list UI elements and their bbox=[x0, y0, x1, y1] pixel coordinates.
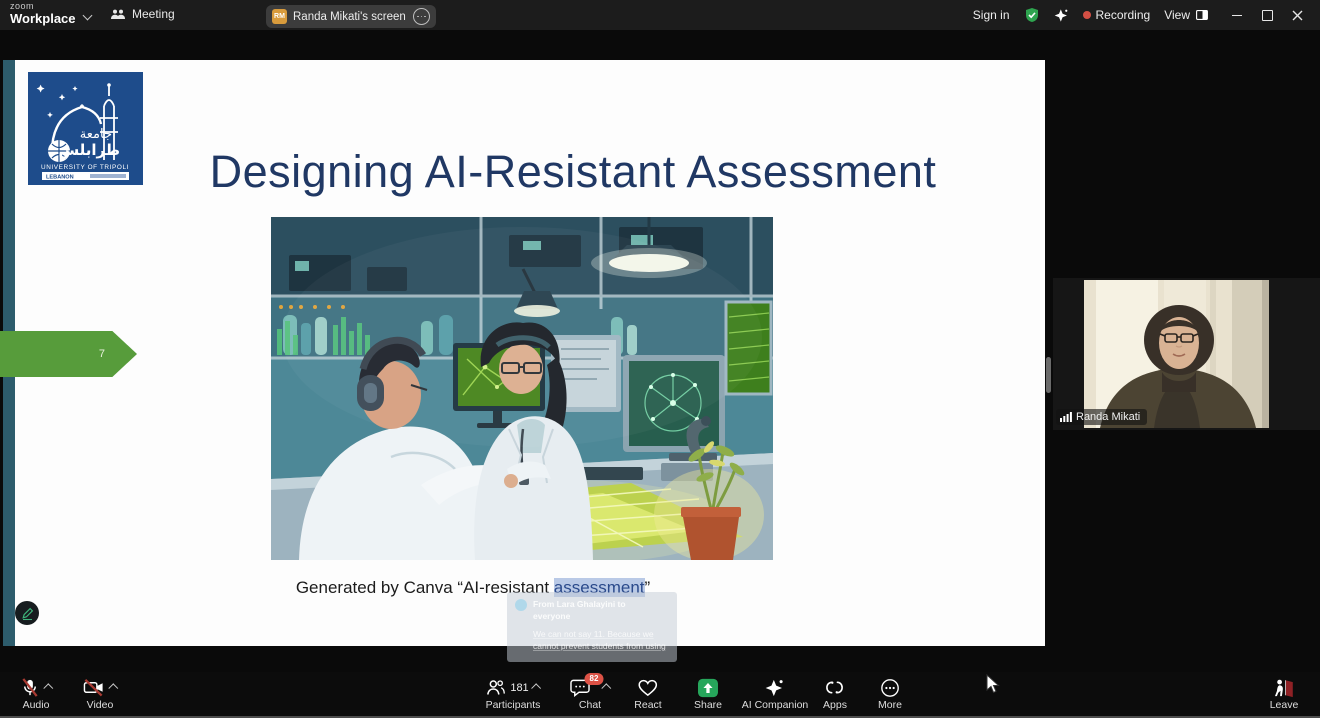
maximize-icon bbox=[1262, 10, 1273, 21]
apps-label: Apps bbox=[823, 699, 847, 711]
ai-companion-icon bbox=[765, 678, 785, 698]
university-of-tripoli-logo: جامعة طرابلس UNIVERSITY OF TRIPOLI LEBAN… bbox=[28, 72, 143, 185]
maximize-button[interactable] bbox=[1252, 0, 1282, 30]
camera-off-icon bbox=[83, 677, 106, 698]
audio-label: Audio bbox=[23, 699, 50, 711]
ai-companion-label: AI Companion bbox=[742, 699, 809, 711]
chat-button[interactable]: 82 Chat bbox=[570, 676, 611, 711]
participant-name: Randa Mikati bbox=[1076, 411, 1140, 423]
title-bar-right: Sign in Recording View bbox=[973, 0, 1320, 30]
slide-caption: Generated by Canva “AI-resistant assessm… bbox=[123, 578, 823, 598]
close-button[interactable] bbox=[1282, 0, 1312, 30]
leave-button[interactable]: Leave bbox=[1270, 676, 1299, 711]
share-label: Share bbox=[694, 699, 722, 711]
zoom-workplace-logo: zoom Workplace bbox=[10, 2, 76, 25]
share-button[interactable]: Share bbox=[694, 676, 722, 711]
participants-button[interactable]: 181 Participants bbox=[485, 676, 540, 711]
participant-name-label: Randa Mikati bbox=[1056, 409, 1147, 425]
video-options-chevron[interactable] bbox=[108, 683, 118, 693]
view-label: View bbox=[1164, 8, 1190, 22]
security-shield-icon[interactable] bbox=[1024, 7, 1040, 23]
video-label: Video bbox=[87, 699, 114, 711]
avatar: RM bbox=[272, 9, 287, 24]
workplace-logo-text: Workplace bbox=[10, 12, 76, 25]
minimize-icon bbox=[1232, 15, 1242, 16]
react-button[interactable]: React bbox=[634, 676, 661, 711]
participant-video-tile[interactable]: Randa Mikati bbox=[1053, 278, 1320, 430]
slide-number: 7 bbox=[99, 348, 105, 360]
heart-react-icon bbox=[638, 678, 659, 697]
title-bar: zoom Workplace Meeting RM Randa Mikati's… bbox=[0, 0, 1320, 30]
audio-options-chevron[interactable] bbox=[43, 683, 53, 693]
panel-resize-handle[interactable] bbox=[1046, 357, 1051, 393]
apps-button[interactable]: Apps bbox=[823, 676, 847, 711]
workplace-chevron-icon[interactable] bbox=[83, 11, 93, 21]
chat-from-line1: From Lara Ghalayini to bbox=[533, 598, 669, 610]
chat-preview-popup[interactable]: From Lara Ghalayini to everyone We can n… bbox=[507, 592, 677, 662]
participants-label: Participants bbox=[486, 699, 541, 711]
react-label: React bbox=[634, 699, 661, 711]
leave-label: Leave bbox=[1270, 699, 1299, 711]
recording-indicator: Recording bbox=[1083, 8, 1151, 22]
sign-in-button[interactable]: Sign in bbox=[973, 8, 1010, 22]
zoom-logo-text: zoom bbox=[10, 2, 76, 11]
tab-screen-share[interactable]: RM Randa Mikati's screen bbox=[266, 5, 436, 28]
chat-chevron[interactable] bbox=[601, 683, 611, 693]
participants-count: 181 bbox=[510, 682, 528, 694]
audio-button[interactable]: Audio bbox=[20, 676, 53, 711]
chat-from-line2: everyone bbox=[533, 610, 669, 622]
participants-icon bbox=[485, 679, 505, 696]
svg-text:UNIVERSITY OF TRIPOLI: UNIVERSITY OF TRIPOLI bbox=[41, 164, 129, 171]
participant-video bbox=[1084, 280, 1269, 428]
video-button[interactable]: Video bbox=[83, 676, 118, 711]
chat-unread-badge: 82 bbox=[585, 673, 604, 685]
mic-muted-icon bbox=[20, 677, 41, 698]
annotate-button[interactable] bbox=[15, 601, 39, 625]
pencil-icon bbox=[20, 606, 35, 621]
ai-sparkle-icon[interactable] bbox=[1054, 8, 1069, 23]
leave-meeting-icon bbox=[1272, 678, 1296, 698]
svg-text:LEBANON: LEBANON bbox=[46, 175, 74, 181]
more-button[interactable]: More bbox=[878, 676, 902, 711]
more-icon bbox=[880, 678, 900, 698]
more-label: More bbox=[878, 699, 902, 711]
svg-text:جامعة: جامعة bbox=[80, 127, 112, 142]
participants-chevron[interactable] bbox=[532, 683, 542, 693]
chat-message: We can not say 11. Because we cannot pre… bbox=[533, 628, 669, 653]
mouse-cursor bbox=[986, 674, 1000, 694]
connection-signal-icon bbox=[1060, 412, 1072, 422]
tab-meeting[interactable]: Meeting bbox=[110, 7, 175, 21]
lab-illustration bbox=[271, 217, 773, 560]
speaker-video-illustration bbox=[1084, 280, 1269, 428]
people-group-icon bbox=[110, 8, 126, 20]
meeting-tab-label: Meeting bbox=[132, 7, 175, 21]
chat-avatar bbox=[515, 599, 527, 611]
shared-slide: جامعة طرابلس UNIVERSITY OF TRIPOLI LEBAN… bbox=[3, 60, 1045, 646]
close-icon bbox=[1292, 10, 1303, 21]
recording-dot-icon bbox=[1083, 11, 1091, 19]
apps-icon bbox=[825, 678, 846, 697]
view-button[interactable]: View bbox=[1164, 8, 1208, 22]
svg-text:طرابلس: طرابلس bbox=[58, 141, 120, 159]
chat-label: Chat bbox=[579, 699, 601, 711]
tab-options-icon[interactable] bbox=[413, 8, 430, 25]
zoom-window: zoom Workplace Meeting RM Randa Mikati's… bbox=[0, 0, 1320, 718]
ai-companion-button[interactable]: AI Companion bbox=[742, 676, 809, 711]
meeting-toolbar: Audio Video bbox=[0, 672, 1320, 718]
minimize-button[interactable] bbox=[1222, 0, 1252, 30]
slide-number-arrow: 7 bbox=[0, 331, 137, 377]
slide-title: Designing AI-Resistant Assessment bbox=[173, 146, 973, 198]
share-screen-icon bbox=[697, 678, 719, 698]
view-layout-icon bbox=[1196, 10, 1208, 20]
recording-label: Recording bbox=[1096, 8, 1151, 22]
screen-share-tab-label: Randa Mikati's screen bbox=[293, 11, 407, 23]
